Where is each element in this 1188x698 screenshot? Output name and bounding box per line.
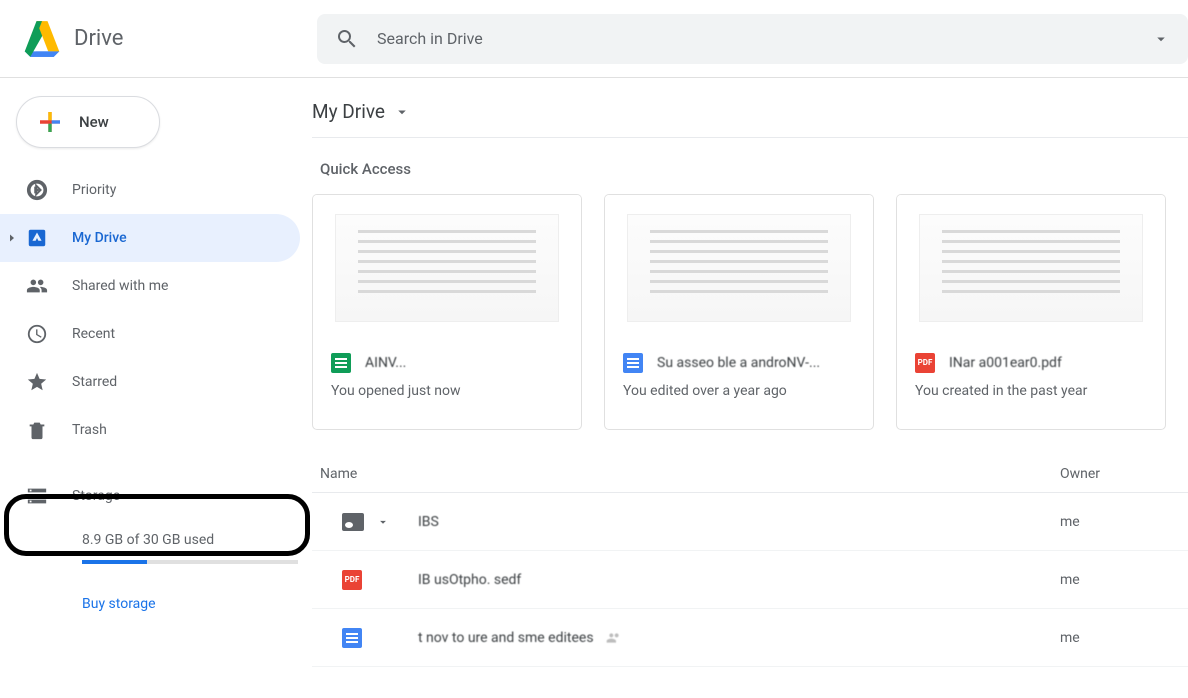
chevron-down-icon[interactable] [376, 515, 390, 529]
list-header: Name Owner [312, 466, 1188, 482]
sidebar-label: Shared with me [72, 278, 168, 294]
sidebar-item-storage[interactable]: Storage [0, 472, 300, 520]
storage-usage-text: 8.9 GB of 30 GB used [82, 532, 276, 548]
list-row[interactable]: IBS me [312, 493, 1188, 551]
pdf-icon: PDF [915, 353, 935, 373]
app-title: Drive [74, 26, 123, 51]
column-name[interactable]: Name [320, 466, 1060, 482]
shared-icon [26, 275, 48, 297]
card-subtitle: You created in the past year [915, 383, 1147, 399]
sidebar-label: Priority [72, 182, 116, 198]
sidebar-label: Trash [72, 422, 107, 438]
column-owner[interactable]: Owner [1060, 466, 1180, 482]
docs-icon [623, 353, 643, 373]
card-thumbnail [897, 195, 1165, 341]
main-content: My Drive Quick Access AINV... You opened… [300, 78, 1188, 698]
chevron-down-icon[interactable] [393, 103, 411, 121]
search-icon [335, 27, 359, 51]
list-row[interactable]: PDF IB usOtpho. sedf me [312, 551, 1188, 609]
card-subtitle: You opened just now [331, 383, 563, 399]
sidebar-item-priority[interactable]: Priority [0, 166, 300, 214]
quick-access-card[interactable]: PDF INar a001ear0.pdf You created in the… [896, 194, 1166, 430]
card-title: AINV... [365, 355, 406, 371]
shared-folder-icon [342, 513, 364, 531]
sidebar-item-my-drive[interactable]: My Drive [0, 214, 300, 262]
quick-access-row: AINV... You opened just now Su asseo ble… [312, 194, 1188, 430]
search-input[interactable] [377, 29, 1134, 48]
card-title: INar a001ear0.pdf [949, 355, 1062, 371]
sidebar-item-trash[interactable]: Trash [0, 406, 300, 454]
priority-icon [26, 179, 48, 201]
sidebar-label: Recent [72, 326, 115, 342]
sidebar-item-starred[interactable]: Starred [0, 358, 300, 406]
drive-icon [26, 227, 48, 249]
row-owner: me [1060, 630, 1180, 646]
card-subtitle: You edited over a year ago [623, 383, 855, 399]
row-title: IBS [418, 514, 1060, 530]
sidebar-label: Storage [72, 488, 120, 504]
plus-icon [35, 107, 65, 137]
sidebar-label: Starred [72, 374, 117, 390]
new-button[interactable]: New [16, 96, 160, 148]
breadcrumb-title: My Drive [312, 100, 385, 123]
trash-icon [26, 419, 48, 441]
sidebar: New Priority My Drive Shared with me Rec… [0, 78, 300, 698]
sidebar-item-shared[interactable]: Shared with me [0, 262, 300, 310]
quick-access-card[interactable]: Su asseo ble a androNV-... You edited ov… [604, 194, 874, 430]
logo-area[interactable]: Drive [12, 21, 317, 57]
storage-icon [26, 485, 48, 507]
shared-badge-icon [604, 630, 624, 646]
list-row[interactable]: t nov to ure and sme editees me [312, 609, 1188, 667]
header: Drive [0, 0, 1188, 78]
row-owner: me [1060, 514, 1180, 530]
new-button-label: New [79, 113, 109, 131]
sidebar-label: My Drive [72, 230, 127, 246]
sidebar-item-recent[interactable]: Recent [0, 310, 300, 358]
card-title: Su asseo ble a androNV-... [657, 355, 820, 371]
search-options-icon[interactable] [1152, 30, 1170, 48]
card-thumbnail [313, 195, 581, 341]
buy-storage-link[interactable]: Buy storage [82, 596, 156, 612]
docs-icon [342, 628, 362, 648]
row-title: t nov to ure and sme editees [418, 630, 1060, 646]
recent-icon [26, 323, 48, 345]
expand-icon[interactable] [6, 232, 18, 244]
search-bar[interactable] [317, 14, 1188, 64]
pdf-icon: PDF [342, 570, 362, 590]
star-icon [26, 371, 48, 393]
storage-bar [82, 560, 298, 564]
quick-access-label: Quick Access [320, 160, 1188, 178]
breadcrumb[interactable]: My Drive [312, 94, 1188, 137]
row-title: IB usOtpho. sedf [418, 572, 1060, 588]
storage-section: 8.9 GB of 30 GB used Buy storage [0, 520, 300, 612]
sheets-icon [331, 353, 351, 373]
drive-logo-icon [22, 21, 62, 57]
card-thumbnail [605, 195, 873, 341]
row-owner: me [1060, 572, 1180, 588]
quick-access-card[interactable]: AINV... You opened just now [312, 194, 582, 430]
